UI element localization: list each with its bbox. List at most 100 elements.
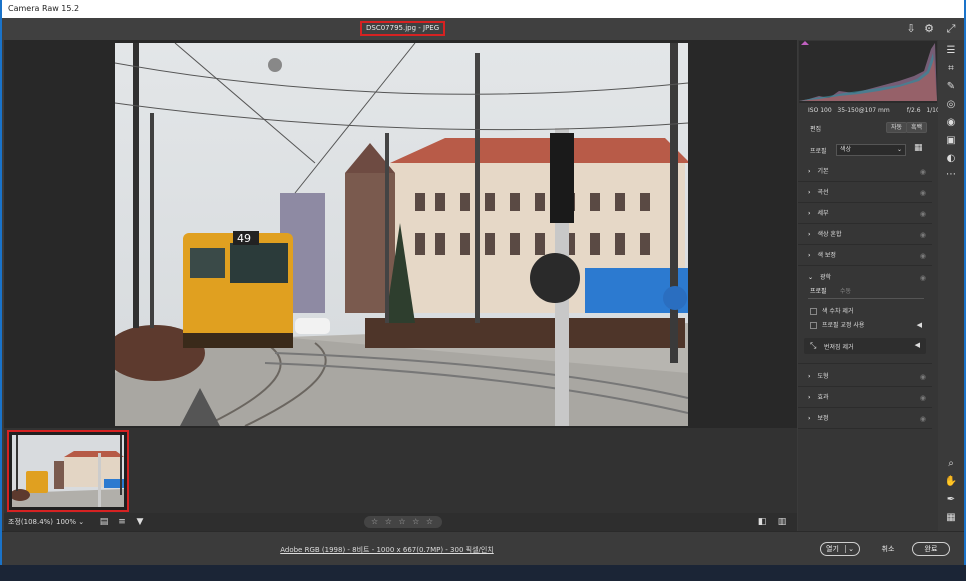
section-label: 세부 (817, 210, 829, 217)
distraction-removal-row[interactable]: ⤡ 번져짐 제거 ◀ (804, 338, 926, 354)
bw-button[interactable]: 흑백 (906, 122, 928, 133)
open-label: 열기 (826, 545, 839, 553)
exif-info: ISO 100 35-150@107 mm f/2.6 1/100s (798, 105, 947, 117)
caret-left-icon: ◀ (914, 341, 920, 349)
chevron-right-icon: › (808, 252, 811, 259)
crop-icon[interactable]: ⌗ (944, 62, 958, 76)
optics-tab-manual[interactable]: 수동 (840, 286, 851, 295)
section-label: 색 보정 (817, 252, 836, 259)
caret-left-icon[interactable]: ◀ (917, 321, 922, 329)
filename-label: DSC07795.jpg - JPEG (360, 21, 446, 36)
distraction-icon: ⤡ (810, 341, 817, 350)
more-icon[interactable]: ⋯ (944, 168, 958, 182)
section-label: 광학 (820, 274, 832, 281)
photo-preview: 49 (115, 43, 688, 426)
profile-browser-icon[interactable]: ▦ (914, 143, 923, 153)
remove-ca-checkbox[interactable] (810, 308, 817, 315)
eye-icon[interactable]: ◉ (920, 209, 926, 219)
section-detail[interactable]: › 세부 ◉ (798, 204, 932, 224)
section-effects[interactable]: › 효과 ◉ (798, 388, 932, 408)
eye-icon[interactable]: ◉ (920, 188, 926, 198)
section-label: 보정 (817, 415, 829, 422)
section-label: 효과 (817, 394, 829, 401)
optics-tab-profile[interactable]: 프로필 (810, 286, 827, 295)
healing-brush-icon[interactable]: ✎ (944, 80, 958, 94)
eyedropper-icon[interactable]: ✒ (944, 493, 958, 507)
snapshots-icon[interactable]: ▣ (944, 134, 958, 148)
chevron-right-icon: › (808, 210, 811, 217)
eye-icon[interactable]: ◉ (920, 230, 926, 240)
chevron-right-icon: › (808, 168, 811, 175)
section-label: 도형 (817, 373, 829, 380)
grid-icon[interactable]: ▦ (944, 511, 958, 525)
chevron-right-icon: › (808, 415, 811, 422)
red-eye-icon[interactable]: ◉ (944, 116, 958, 130)
open-button[interactable]: 열기 ⌄ (820, 542, 860, 556)
profile-label: 프로필 (810, 148, 827, 155)
done-button[interactable]: 완료 (912, 542, 950, 556)
tool-strip: ☰ ⌗ ✎ ◎ ◉ ▣ ◐ ⋯ ⌕ ✋ ✒ ▦ (938, 40, 964, 531)
filmstrip (4, 428, 797, 513)
section-label: 곡선 (817, 189, 829, 196)
use-profile-checkbox[interactable] (810, 322, 817, 329)
section-color-grading[interactable]: › 색 보정 ◉ (798, 246, 932, 266)
chevron-right-icon: › (808, 231, 811, 238)
chevron-right-icon: › (808, 189, 811, 196)
rating-stars[interactable]: ☆ ☆ ☆ ☆ ☆ (364, 516, 442, 528)
chevron-down-icon: ⌄ (808, 274, 814, 281)
profile-select[interactable]: 색상 ⌄ (836, 144, 906, 156)
eye-icon[interactable]: ◉ (920, 372, 926, 382)
zoom-fit-label[interactable]: 조정(108.4%) (8, 517, 53, 527)
before-after-icon[interactable]: ◧ (756, 516, 768, 528)
section-basic[interactable]: › 기본 ◉ (798, 162, 932, 182)
camera-raw-window: Camera Raw 15.2 DSC07795.jpg - JPEG ⇩ ⚙ … (0, 0, 966, 581)
section-curve[interactable]: › 곡선 ◉ (798, 183, 932, 203)
eye-icon[interactable]: ◉ (920, 393, 926, 403)
os-taskbar (0, 565, 966, 581)
section-calibration[interactable]: › 보정 ◉ (798, 409, 932, 429)
edit-panel: ISO 100 35-150@107 mm f/2.6 1/100s 편집 자동… (798, 40, 947, 531)
exif-lens: 35-150@107 mm (837, 107, 890, 114)
tab-divider (808, 298, 924, 299)
chevron-down-icon: ⌄ (78, 518, 85, 526)
chevron-right-icon: › (808, 373, 811, 380)
cancel-button[interactable]: 취소 (874, 542, 902, 556)
eye-icon[interactable]: ◉ (920, 414, 926, 424)
svg-text:49: 49 (237, 232, 251, 245)
compare-icon[interactable]: ▥ (776, 516, 788, 528)
remove-ca-label: 색 수차 제거 (822, 308, 854, 315)
eye-icon[interactable]: ◉ (920, 251, 926, 261)
sort-icon[interactable]: ≡ (116, 516, 128, 528)
status-bar: 조정(108.4%) 100% ⌄ ▤ ≡ ▼ ☆ ☆ ☆ ☆ ☆ ◧ ▥ (4, 513, 797, 531)
optics-header[interactable]: ⌄ 광학 (808, 273, 831, 283)
edit-title: 편집 (810, 126, 822, 133)
use-profile-label: 프로필 교정 사용 (822, 322, 865, 329)
zoom-icon[interactable]: ⌕ (944, 457, 958, 471)
chevron-down-icon[interactable]: ⌄ (845, 545, 854, 553)
filter-icon[interactable]: ▼ (134, 516, 146, 528)
eye-icon[interactable]: ◉ (920, 273, 926, 283)
window-title: Camera Raw 15.2 (2, 0, 964, 18)
chevron-down-icon: ⌄ (896, 146, 902, 153)
section-color-mixer[interactable]: › 색상 혼합 ◉ (798, 225, 932, 245)
exif-aperture: f/2.6 (906, 107, 921, 114)
filmstrip-view-icon[interactable]: ▤ (98, 516, 110, 528)
zoom-value: 100% (56, 518, 77, 526)
zoom-select[interactable]: 100% ⌄ (56, 517, 84, 527)
section-label: 색상 혼합 (817, 231, 842, 238)
profile-value: 색상 (840, 146, 852, 153)
top-bar: DSC07795.jpg - JPEG ⇩ ⚙ ⤢ (2, 18, 964, 40)
masking-icon[interactable]: ◎ (944, 98, 958, 112)
auto-button[interactable]: 자동 (886, 122, 908, 133)
sliders-icon[interactable]: ☰ (944, 44, 958, 58)
hand-icon[interactable]: ✋ (944, 475, 958, 489)
expand-icon[interactable]: ⤢ (944, 22, 958, 36)
gear-icon[interactable]: ⚙ (922, 22, 936, 36)
presets-icon[interactable]: ◐ (944, 152, 958, 166)
workflow-options-link[interactable]: Adobe RGB (1998) - 8비트 - 1000 x 667(0.7M… (2, 545, 772, 555)
image-canvas[interactable]: 49 (4, 40, 797, 428)
save-icon[interactable]: ⇩ (904, 22, 918, 36)
section-geometry[interactable]: › 도형 ◉ (798, 367, 932, 387)
filmstrip-thumbnail[interactable] (7, 430, 129, 512)
eye-icon[interactable]: ◉ (920, 167, 926, 177)
